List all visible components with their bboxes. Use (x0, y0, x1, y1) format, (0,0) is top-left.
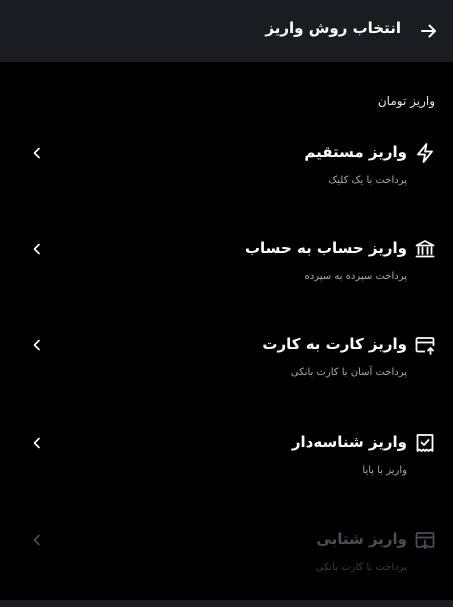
app-header: انتخاب روش واریز (0, 0, 453, 62)
card-download-icon (413, 528, 437, 552)
chevron-left-icon (30, 241, 44, 257)
method-title: واریز مستقیم (304, 143, 407, 161)
method-title: واریز شتابی (316, 530, 407, 548)
chevron-left-icon (30, 435, 44, 451)
method-direct[interactable]: واریز مستقیم پرداخت با یک کلیک (0, 141, 453, 215)
method-shetabi: واریز شتابی پرداخت با کارت بانکی (0, 528, 453, 602)
method-subtitle: پرداخت آسان با کارت بانکی (290, 367, 407, 378)
page-title: انتخاب روش واریز (265, 19, 401, 37)
method-subtitle: پرداخت با کارت بانکی (315, 562, 407, 573)
back-button[interactable] (417, 19, 441, 43)
method-card-to-card[interactable]: واریز کارت به کارت پرداخت آسان با کارت ب… (0, 333, 453, 407)
bank-icon (413, 237, 437, 261)
method-title: واریز حساب به حساب (244, 239, 407, 257)
method-title: واریز کارت به کارت (262, 335, 407, 353)
chevron-left-icon (30, 145, 44, 161)
bottom-bar (0, 600, 453, 607)
method-account-transfer[interactable]: واریز حساب به حساب پرداخت سپرده به سپرده (0, 237, 453, 311)
section-title: واریز تومان (377, 94, 435, 108)
receipt-check-icon (413, 431, 437, 455)
method-with-id[interactable]: واریز شناسه‌دار واریز با پایا (0, 431, 453, 505)
method-subtitle: پرداخت با یک کلیک (328, 175, 407, 186)
method-title: واریز شناسه‌دار (291, 433, 407, 451)
chevron-left-icon (30, 532, 44, 548)
lightning-icon (413, 141, 437, 165)
chevron-left-icon (30, 337, 44, 353)
arrow-right-icon (421, 24, 436, 38)
method-subtitle: واریز با پایا (362, 465, 407, 476)
method-subtitle: پرداخت سپرده به سپرده (304, 271, 407, 282)
card-transfer-icon (413, 333, 437, 357)
